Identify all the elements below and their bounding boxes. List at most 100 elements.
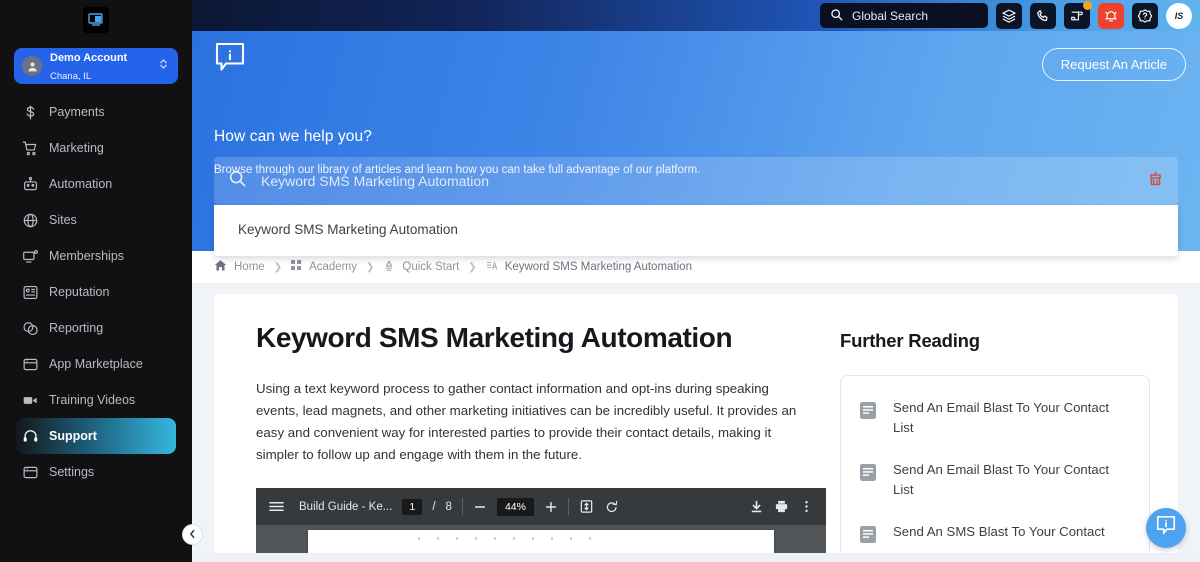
sidebar-item-payments[interactable]: Payments <box>16 94 176 130</box>
sidebar-item-training-videos[interactable]: Training Videos <box>16 382 176 418</box>
pdf-page-placeholder-text <box>308 530 774 540</box>
banner-title: How can we help you? <box>214 128 372 145</box>
pdf-total-pages: 8 <box>445 500 452 513</box>
sidebar-item-sites[interactable]: Sites <box>16 202 176 238</box>
pdf-viewer: Build Guide - Ke... 1 / 8 44% <box>256 488 826 562</box>
phone-icon[interactable] <box>1030 2 1056 29</box>
sidebar-item-label: Support <box>49 429 97 443</box>
notification-badge <box>1083 0 1092 10</box>
sidebar-item-label: App Marketplace <box>49 357 143 371</box>
download-icon[interactable] <box>749 499 764 514</box>
help-banner: Request An Article How can we help you? … <box>192 31 1200 256</box>
robot-icon <box>22 176 39 193</box>
app-logo-icon <box>83 7 109 33</box>
further-reading-panel: Further Reading Send An Email Blast To Y… <box>826 294 1178 562</box>
breadcrumb-item-academy[interactable]: Academy <box>291 260 357 274</box>
print-icon[interactable] <box>774 499 789 514</box>
global-search-input[interactable]: Global Search <box>820 3 988 28</box>
account-location: Chana, IL <box>50 71 92 82</box>
top-bar: Global Search IS <box>192 0 1200 31</box>
toolbar-divider <box>461 498 463 515</box>
article-card: Keyword SMS Marketing Automation Using a… <box>214 294 1178 562</box>
breadcrumb-separator: ❯ <box>273 261 283 273</box>
page-title: Keyword SMS Marketing Automation <box>256 322 733 353</box>
article-content: Keyword SMS Marketing Automation Using a… <box>214 294 826 562</box>
sidebar-item-label: Memberships <box>49 249 125 263</box>
sidebar-item-label: Reputation <box>49 285 110 299</box>
sidebar-item-label: Marketing <box>49 141 104 155</box>
bell-alert-icon[interactable] <box>1098 2 1124 29</box>
grid-icon <box>291 260 302 274</box>
article-body: Using a text keyword process to gather c… <box>256 381 797 462</box>
sidebar-logo[interactable] <box>0 0 192 40</box>
headset-icon <box>22 428 39 445</box>
account-switcher[interactable]: Demo Account Chana, IL <box>14 48 178 84</box>
announcement-icon[interactable] <box>1064 0 1092 29</box>
sidebar-item-memberships[interactable]: Memberships <box>16 238 176 274</box>
toolbar-divider <box>567 498 569 515</box>
rotate-icon[interactable] <box>604 499 619 514</box>
account-text: Demo Account Chana, IL <box>50 48 150 85</box>
article-search-bar[interactable]: Keyword SMS Marketing Automation <box>214 157 1178 205</box>
video-icon <box>22 392 39 409</box>
cart-icon <box>22 140 39 157</box>
breadcrumb-label: Keyword SMS Marketing Automation <box>504 261 692 273</box>
account-name: Demo Account <box>50 51 128 64</box>
minus-icon[interactable] <box>473 500 487 514</box>
user-avatar[interactable]: IS <box>1166 2 1192 29</box>
article-icon <box>486 260 498 275</box>
request-article-button[interactable]: Request An Article <box>1041 48 1186 81</box>
search-suggestions: Keyword SMS Marketing Automation <box>214 205 1178 256</box>
breadcrumb-label: Home <box>234 261 265 273</box>
chat-info-icon <box>1155 514 1177 542</box>
breadcrumb-item-current[interactable]: Keyword SMS Marketing Automation <box>486 260 692 275</box>
breadcrumb-label: Academy <box>309 261 358 273</box>
search-icon <box>830 8 843 24</box>
avatar-initials: IS <box>1174 10 1184 21</box>
list-item-label: Send An Email Blast To Your Contact List <box>893 462 1110 497</box>
pdf-page-separator: / <box>432 500 436 513</box>
breadcrumb-item-quick-start[interactable]: Quick Start <box>383 260 459 275</box>
home-icon <box>214 259 227 275</box>
hamburger-icon[interactable] <box>268 499 285 514</box>
sidebar: Demo Account Chana, IL Payments Marketin… <box>0 0 192 562</box>
banner-inner: Request An Article How can we help you? … <box>192 31 1200 256</box>
broom-icon[interactable] <box>1147 170 1164 192</box>
rocket-icon <box>383 260 395 275</box>
search-suggestion-item[interactable]: Keyword SMS Marketing Automation <box>214 220 1178 240</box>
list-item[interactable]: Send An Email Blast To Your Contact List <box>841 452 1145 514</box>
sidebar-item-automation[interactable]: Automation <box>16 166 176 202</box>
sidebar-item-label: Automation <box>49 177 113 191</box>
list-item[interactable]: Send An Email Blast To Your Contact List <box>841 390 1145 452</box>
article-search-input[interactable]: Keyword SMS Marketing Automation <box>261 173 1133 189</box>
breadcrumb-item-home[interactable]: Home <box>214 259 265 275</box>
document-icon <box>859 463 877 500</box>
pdf-page-input[interactable]: 1 <box>402 498 423 515</box>
page-bottom-strip <box>192 553 1200 562</box>
further-reading-heading: Further Reading <box>840 330 980 351</box>
more-vertical-icon[interactable] <box>799 499 814 514</box>
help-icon[interactable] <box>1132 2 1158 29</box>
chevron-updown-icon <box>158 57 170 76</box>
sidebar-item-app-marketplace[interactable]: App Marketplace <box>16 346 176 382</box>
sidebar-item-settings[interactable]: Settings <box>16 454 176 490</box>
pdf-toolbar: Build Guide - Ke... 1 / 8 44% <box>256 488 826 525</box>
sidebar-item-reputation[interactable]: Reputation <box>16 274 176 310</box>
list-item-label: Send An Email Blast To Your Contact List <box>893 400 1110 435</box>
sidebar-item-support[interactable]: Support <box>16 418 176 454</box>
list-item-label: Send An SMS Blast To Your Contact <box>893 524 1105 539</box>
breadcrumb-separator: ❯ <box>366 261 375 273</box>
page-body: Home ❯ Academy ❯ Quick Start ❯ Keyword S… <box>192 251 1200 562</box>
breadcrumb-label: Quick Start <box>402 261 460 273</box>
chat-widget-button[interactable] <box>1146 508 1186 548</box>
sidebar-nav: Payments Marketing Automation Sites Memb… <box>0 94 192 502</box>
pdf-zoom-level[interactable]: 44% <box>496 497 534 516</box>
info-bubble-icon <box>214 42 246 79</box>
sidebar-item-marketing[interactable]: Marketing <box>16 130 176 166</box>
layers-icon[interactable] <box>996 2 1022 29</box>
sidebar-collapse-button[interactable] <box>182 524 203 545</box>
sidebar-item-reporting[interactable]: Reporting <box>16 310 176 346</box>
plus-icon[interactable] <box>544 500 558 514</box>
fit-page-icon[interactable] <box>579 499 594 514</box>
breadcrumb-separator: ❯ <box>468 261 477 273</box>
